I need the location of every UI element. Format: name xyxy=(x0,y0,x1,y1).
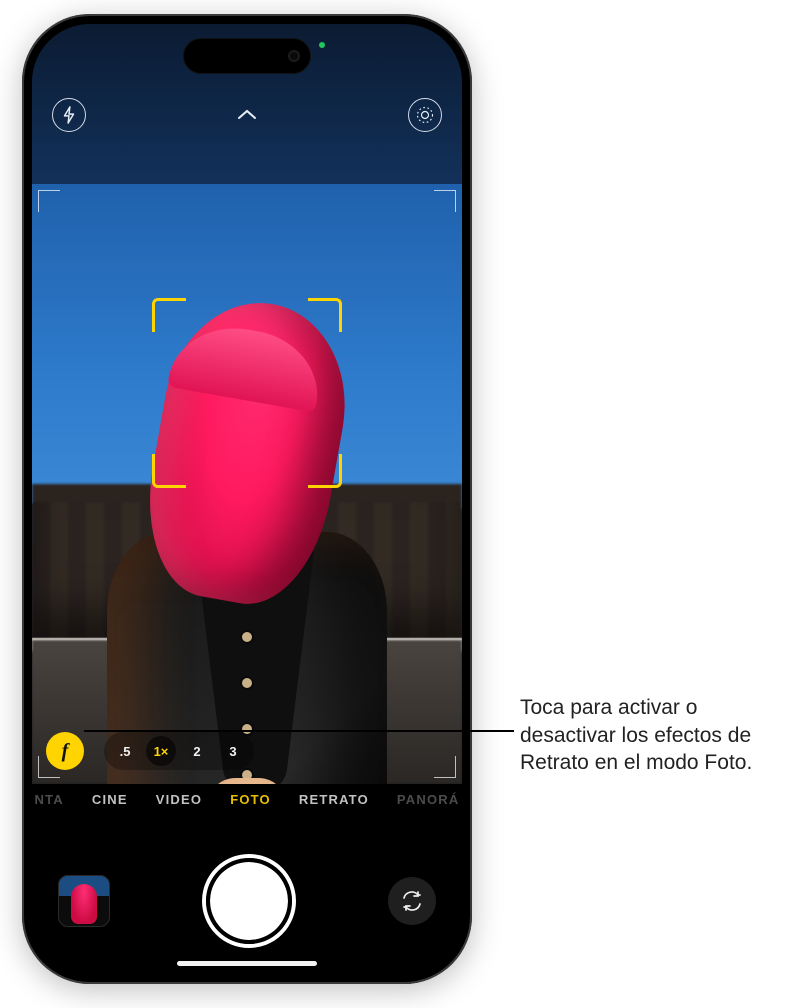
mode-item[interactable]: NTA xyxy=(35,792,64,807)
frame-corner-icon xyxy=(434,190,456,212)
f-stop-icon: f xyxy=(62,740,69,763)
zoom-3x-button[interactable]: 3 xyxy=(218,736,248,766)
mode-retrato[interactable]: RETRATO xyxy=(299,792,369,807)
switch-camera-button[interactable] xyxy=(388,877,436,925)
flash-toggle-button[interactable] xyxy=(52,98,86,132)
flash-icon xyxy=(61,106,77,124)
depth-effect-toggle-button[interactable]: f xyxy=(46,732,84,770)
live-photo-toggle-button[interactable] xyxy=(408,98,442,132)
mode-foto[interactable]: FOTO xyxy=(230,792,271,807)
mode-video[interactable]: VIDEO xyxy=(156,792,202,807)
camera-bottom-bar: NTA CINE VIDEO FOTO RETRATO PANORÁ xyxy=(32,784,462,974)
mode-panoramica[interactable]: PANORÁ xyxy=(397,792,460,807)
shutter-button[interactable] xyxy=(210,862,288,940)
callout-leader-line xyxy=(84,730,514,732)
scene-subject xyxy=(97,302,397,784)
mode-selector[interactable]: NTA CINE VIDEO FOTO RETRATO PANORÁ xyxy=(32,792,462,807)
camera-privacy-indicator-icon xyxy=(319,42,325,48)
callout-text: Toca para activar o desactivar los efect… xyxy=(520,694,768,777)
frame-corner-icon xyxy=(38,190,60,212)
home-indicator[interactable] xyxy=(177,961,317,966)
iphone-frame: f .5 1× 2 3 NTA CINE VIDEO FOTO RETRATO … xyxy=(22,14,472,984)
last-photo-thumbnail-button[interactable] xyxy=(58,875,110,927)
zoom-1x-button[interactable]: 1× xyxy=(146,736,176,766)
chevron-up-icon xyxy=(237,109,257,121)
zoom-0-5x-button[interactable]: .5 xyxy=(110,736,140,766)
viewfinder[interactable]: f .5 1× 2 3 xyxy=(32,184,462,784)
dynamic-island xyxy=(183,38,311,74)
mode-cine[interactable]: CINE xyxy=(92,792,128,807)
camera-options-chevron-button[interactable] xyxy=(233,101,261,129)
screen: f .5 1× 2 3 NTA CINE VIDEO FOTO RETRATO … xyxy=(32,24,462,974)
zoom-selector[interactable]: .5 1× 2 3 xyxy=(104,732,254,770)
switch-camera-icon xyxy=(400,889,424,913)
zoom-2x-button[interactable]: 2 xyxy=(182,736,212,766)
live-photo-icon xyxy=(415,105,435,125)
